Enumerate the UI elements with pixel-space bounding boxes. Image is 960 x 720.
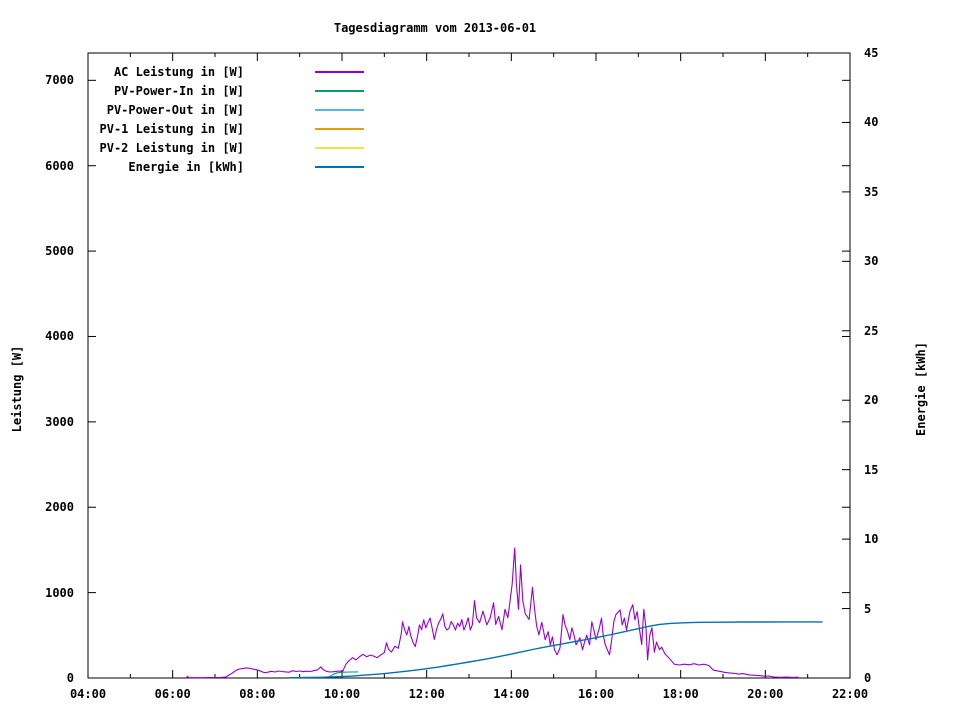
legend-label-pvout: PV-Power-Out in [W] [106,103,244,117]
y-left-tick-label: 3000 [45,414,74,429]
legend-line-pv1 [315,128,364,130]
x-tick-label: 08:00 [239,687,276,701]
gnuplot-chart: Tagesdiagramm vom 2013-06-01 04:00 06:00 0… [0,0,960,720]
y-right-tick-label: 20 [864,393,879,408]
y-right-tick-label: 5 [864,601,872,616]
legend-label-energie: Energie in [kWh] [128,160,244,174]
y-right-tick-label: 0 [864,671,872,685]
legend-line-ac [315,71,364,73]
legend-label-ac: AC Leistung in [W] [113,65,244,79]
y-right-tick-label: 40 [864,115,879,130]
x-tick-label: 20:00 [747,687,784,701]
x-tick-label: 04:00 [69,687,107,701]
y-left-tick-label: 1000 [45,585,74,600]
x-tick-label: 14:00 [493,687,530,701]
legend-line-pv2 [315,147,364,149]
x-tick-label: 18:00 [662,687,699,701]
y-right-tick-label: 30 [864,254,879,269]
y-left-tick-label: 5000 [45,244,74,259]
y-left-tick-label: 2000 [45,500,74,515]
y-left-tick-label: 0 [66,671,74,685]
left-axis-title: Leistung [W] [10,345,24,433]
y-left-tick-label: 4000 [45,329,74,344]
x-tick-label: 22:00 [831,687,869,701]
x-tick-label: 16:00 [577,687,615,701]
y-right-tick-label: 10 [864,532,879,547]
y-right-tick-label: 15 [864,462,879,477]
legend-line-pvin [315,90,364,92]
right-axis-title: Energie [kWh] [914,342,928,436]
y-right-tick-label: 25 [864,323,879,338]
x-tick-label: 06:00 [154,687,191,701]
legend-label-pv1: PV-1 Leistung in [W] [99,122,245,136]
x-tick-label: 10:00 [323,687,361,701]
legend-line-energie [315,166,364,168]
legend-label-pvin: PV-Power-In in [W] [113,84,244,98]
y-right-tick-label: 45 [864,46,879,60]
y-right-tick-label: 35 [864,184,879,199]
legend-label-pv2: PV-2 Leistung in [W] [99,141,245,155]
x-tick-label: 12:00 [408,687,445,701]
legend-line-pvout [315,109,364,111]
